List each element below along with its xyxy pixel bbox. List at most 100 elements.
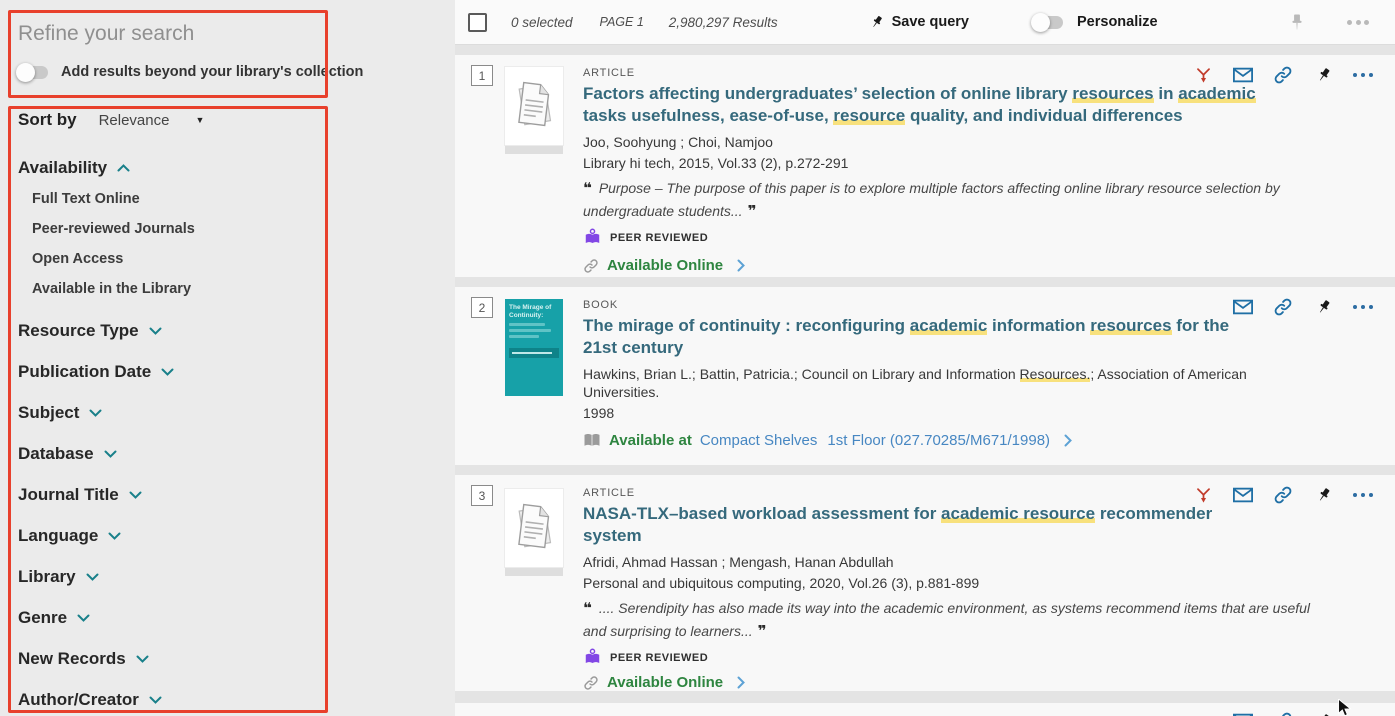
facet-language[interactable]: Language (18, 526, 121, 546)
pushpin-icon (1314, 486, 1333, 505)
pushpin-icon (868, 14, 885, 31)
peer-reviewed-badge: PEER REVIEWED (583, 228, 1373, 247)
expand-results-toggle[interactable] (18, 66, 48, 79)
permalink-icon (1273, 711, 1293, 716)
snippet-text: .... Serendipity has also made its way i… (583, 600, 1310, 639)
email-button[interactable] (1233, 67, 1253, 83)
permalink-button[interactable] (1273, 711, 1293, 716)
peer-reviewed-label: PEER REVIEWED (610, 232, 708, 244)
chevron-down-icon (136, 655, 149, 663)
result-authors: Joo, Soohyung ; Choi, Namjoo (583, 133, 1263, 151)
facet-database[interactable]: Database (18, 444, 117, 464)
facet-availability[interactable]: Availability (18, 158, 130, 178)
result-card-4-partial (455, 703, 1395, 716)
personalize-toggle[interactable] (1033, 16, 1063, 29)
pin-record-button[interactable] (1313, 486, 1333, 505)
article-thumbnail (505, 67, 563, 145)
result-number-badge: 3 (471, 485, 493, 506)
peer-reviewed-icon (583, 648, 602, 667)
facet-item-available-in-library[interactable]: Available in the Library (32, 281, 191, 297)
sort-dropdown[interactable]: Relevance (99, 112, 170, 129)
personalize-control[interactable]: Personalize (1033, 14, 1158, 30)
email-icon (1233, 299, 1253, 315)
facet-resource-type[interactable]: Resource Type (18, 321, 162, 341)
availability-status: Available at (609, 432, 692, 449)
permalink-button[interactable] (1273, 297, 1293, 317)
more-actions-icon (1351, 73, 1375, 78)
result-date: 1998 (583, 404, 1263, 422)
facet-journal-title[interactable]: Journal Title (18, 485, 142, 505)
permalink-button[interactable] (1273, 485, 1293, 505)
sort-by-row: Sort by Relevance ▼ (18, 110, 204, 130)
chevron-down-icon (129, 491, 142, 499)
email-button[interactable] (1233, 299, 1253, 315)
citation-trail-button[interactable] (1193, 66, 1213, 85)
availability-link[interactable]: Available Online (583, 674, 1373, 691)
result-card-2: 2 The Mirage of Continuity: BOOK The mir… (455, 287, 1395, 465)
facet-label: Journal Title (18, 485, 119, 505)
chevron-down-icon (149, 327, 162, 335)
facet-item-full-text-online[interactable]: Full Text Online (32, 191, 140, 207)
facet-label: Publication Date (18, 362, 151, 382)
facet-publication-date[interactable]: Publication Date (18, 362, 174, 382)
document-icon (513, 501, 555, 555)
refine-sidebar: Refine your search Add results beyond yo… (0, 0, 455, 716)
peer-reviewed-badge: PEER REVIEWED (583, 648, 1373, 667)
toggle-knob (16, 63, 35, 82)
availability-link[interactable]: Available Online (583, 257, 1373, 274)
pin-record-button[interactable] (1313, 712, 1333, 716)
pin-results-icon[interactable] (1287, 12, 1307, 32)
result-actions (1213, 297, 1373, 317)
permalink-icon (1273, 65, 1293, 85)
pin-record-button[interactable] (1313, 298, 1333, 317)
chevron-down-icon (86, 573, 99, 581)
facet-subject[interactable]: Subject (18, 403, 102, 423)
facet-genre[interactable]: Genre (18, 608, 90, 628)
caret-down-icon[interactable]: ▼ (195, 115, 204, 125)
facet-item-open-access[interactable]: Open Access (32, 251, 123, 267)
availability-location-link[interactable]: Compact Shelves (700, 432, 818, 449)
facet-label: New Records (18, 649, 126, 669)
facet-library[interactable]: Library (18, 567, 99, 587)
chevron-down-icon (104, 450, 117, 458)
select-all-checkbox[interactable] (468, 13, 487, 32)
more-options-icon[interactable] (1345, 20, 1371, 25)
chevron-right-icon (737, 259, 745, 272)
link-icon (583, 258, 599, 274)
more-actions-button[interactable] (1353, 305, 1373, 310)
toolbar-right-actions (1287, 12, 1371, 32)
open-quote-icon: ❝ (583, 600, 592, 617)
permalink-icon (1273, 485, 1293, 505)
save-query-label: Save query (892, 14, 969, 30)
result-title-link[interactable]: NASA-TLX–based workload assessment for a… (583, 503, 1373, 547)
chevron-right-icon (1064, 434, 1072, 447)
facet-item-peer-reviewed[interactable]: Peer-reviewed Journals (32, 221, 195, 237)
refine-search-title: Refine your search (18, 22, 194, 46)
permalink-button[interactable] (1273, 65, 1293, 85)
facet-label: Database (18, 444, 94, 464)
result-authors: Hawkins, Brian L.; Battin, Patricia.; Co… (583, 365, 1263, 401)
result-actions (1173, 65, 1373, 85)
citation-trail-button[interactable] (1193, 486, 1213, 505)
save-query-button[interactable]: Save query (868, 14, 969, 31)
open-quote-icon: ❝ (583, 180, 592, 197)
more-actions-button[interactable] (1353, 73, 1373, 78)
pin-record-button[interactable] (1313, 66, 1333, 85)
book-icon (583, 433, 601, 448)
facet-label: Library (18, 567, 76, 587)
email-button[interactable] (1233, 487, 1253, 503)
page-indicator: PAGE 1 (600, 15, 644, 29)
availability-call-number[interactable]: 1st Floor (027.70285/M671/1998) (827, 432, 1050, 449)
availability-link[interactable]: Available at Compact Shelves 1st Floor (… (583, 432, 1373, 449)
facet-label: Resource Type (18, 321, 139, 341)
more-actions-icon (1351, 493, 1375, 498)
result-title-link[interactable]: Factors affecting undergraduates’ select… (583, 83, 1373, 127)
facet-new-records[interactable]: New Records (18, 649, 149, 669)
pushpin-icon (1314, 712, 1333, 716)
facet-author-creator[interactable]: Author/Creator (18, 690, 162, 710)
result-title-link[interactable]: The mirage of continuity : reconfiguring… (583, 315, 1373, 359)
facet-availability-label: Availability (18, 158, 107, 178)
peer-reviewed-icon (583, 228, 602, 247)
result-card-3: 3 ARTICLE NASA-TLX–based workload (455, 475, 1395, 691)
more-actions-button[interactable] (1353, 493, 1373, 498)
